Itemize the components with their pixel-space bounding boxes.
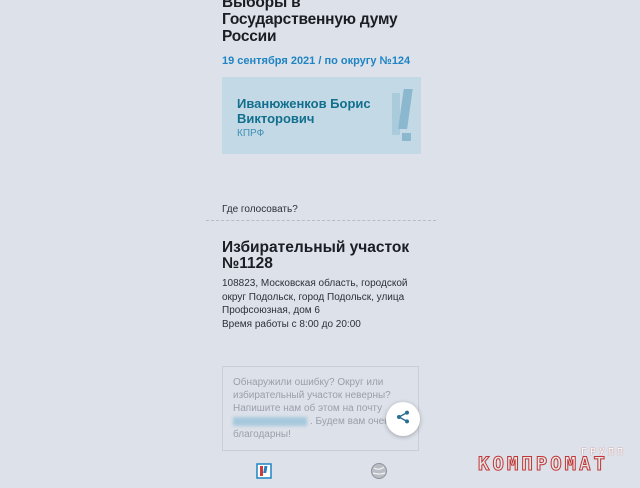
election-title: Выборы в Государственную думу России: [222, 0, 398, 45]
share-button[interactable]: [386, 402, 420, 436]
error-text-before: Обнаружили ошибку? Округ или избирательн…: [233, 377, 391, 414]
polling-station-info: 108823, Московская область, городской ок…: [222, 277, 422, 331]
globe-icon[interactable]: [370, 462, 388, 485]
share-icon: [396, 410, 410, 429]
candidate-card[interactable]: Иванюженков Борис Викторович КПРФ: [222, 77, 421, 154]
watermark-big-text: КОМПРОМАТ: [478, 453, 608, 476]
watermark: ГРУПП КОМПРОМАТ: [478, 447, 638, 487]
where-to-vote-label: Где голосовать?: [222, 204, 298, 215]
candidate-name: Иванюженков Борис Викторович: [237, 96, 371, 126]
election-date-district: 19 сентября 2021 / по округу №124: [222, 55, 411, 67]
polling-station-hours: Время работы с 8:00 до 20:00: [222, 318, 361, 330]
blurred-email-link[interactable]: [233, 416, 307, 426]
ballot-logo-icon[interactable]: [256, 463, 272, 484]
polling-station-title: Избирательный участок №1128: [222, 239, 410, 272]
divider: [206, 220, 436, 221]
party-logo-icon: [390, 87, 418, 150]
polling-station-address: 108823, Московская область, городской ок…: [222, 278, 408, 316]
candidate-party: КПРФ: [237, 128, 265, 139]
